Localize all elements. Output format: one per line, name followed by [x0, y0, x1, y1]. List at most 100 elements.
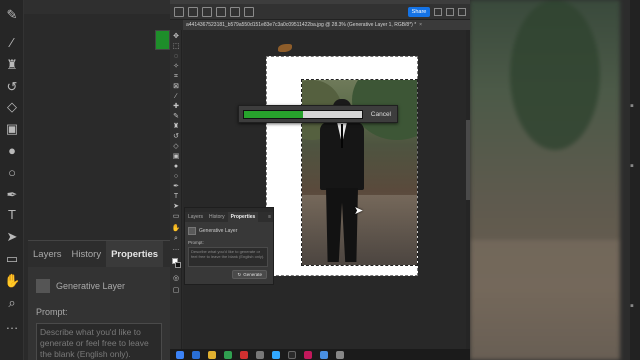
vertical-scrollbar[interactable] — [466, 30, 470, 350]
type-tool-icon[interactable]: T — [171, 192, 181, 201]
person-figure — [316, 99, 368, 262]
tools-panel: ✥ ⬚ ◌ ✧ ⌗ ⊠ ∕ ✚ ✎ ♜ ↺ ◇ ▣ ● ○ ✒ T ➤ ▭ ✋ … — [170, 30, 182, 360]
new-selection-icon[interactable] — [202, 6, 212, 17]
background-topbar — [24, 0, 170, 14]
properties-panel: Layers History Properties ≡ Generative L… — [184, 207, 274, 285]
dodge-icon: ○ — [8, 165, 16, 180]
more-tools-icon[interactable]: … — [171, 244, 181, 253]
hand-tool-icon[interactable]: ✋ — [171, 224, 181, 233]
progress-bar-fill — [244, 110, 303, 118]
taskbar-app-icon[interactable] — [176, 350, 184, 359]
brush-tool-icon[interactable]: ✎ — [171, 112, 181, 121]
tab-history[interactable]: History — [206, 212, 228, 222]
intersect-selection-icon[interactable] — [244, 6, 254, 17]
pen-icon: ✒ — [6, 187, 18, 202]
tab-properties[interactable]: Properties — [227, 212, 259, 222]
close-icon[interactable]: × — [419, 22, 422, 28]
quick-selection-icon[interactable]: ✧ — [171, 62, 181, 71]
screen-mode-icon[interactable]: ▢ — [171, 286, 181, 295]
background-color-swatch[interactable] — [175, 262, 181, 268]
clone-stamp-icon[interactable]: ♜ — [171, 122, 181, 131]
path-selection-icon[interactable]: ➤ — [171, 202, 181, 211]
taskbar-app-icon[interactable] — [320, 350, 328, 359]
marquee-tool-icon[interactable] — [188, 6, 198, 17]
subtract-selection-icon[interactable] — [230, 6, 240, 17]
generation-progress-dialog: Cancel — [238, 105, 398, 123]
bg-tab-layers: Layers — [33, 249, 62, 260]
bg-tab-history: History — [71, 249, 102, 260]
add-selection-icon[interactable] — [216, 6, 226, 17]
refresh-icon: ↻ — [237, 272, 242, 277]
gradient-tool-icon[interactable]: ▣ — [171, 152, 181, 161]
bg-prompt-label: Prompt: — [36, 307, 68, 317]
generate-label: Generate — [243, 272, 262, 277]
generate-button[interactable]: ↻ Generate — [232, 270, 267, 279]
frame-tool-icon[interactable]: ⊠ — [171, 82, 181, 91]
blur-tool-icon[interactable]: ● — [171, 162, 181, 171]
bg-generative-layer-row: Generative Layer — [36, 275, 162, 297]
panel-icon: ▪ — [630, 300, 634, 312]
brush-icon: ✎ — [6, 7, 18, 22]
generative-layer-icon — [36, 279, 50, 293]
workspace-icon[interactable] — [446, 8, 454, 16]
history-brush-icon[interactable]: ↺ — [171, 132, 181, 141]
share-button[interactable]: Share — [408, 7, 430, 17]
mouse-cursor-icon: ➤ — [354, 205, 364, 217]
history-brush-icon: ↺ — [6, 79, 18, 94]
zoom-tool-icon[interactable]: ⌕ — [171, 234, 181, 243]
crop-tool-icon[interactable]: ⌗ — [171, 72, 181, 81]
background-color-swatch — [155, 30, 170, 50]
more-tools-icon: … — [5, 317, 19, 332]
type-icon: T — [8, 207, 16, 222]
progress-bar — [243, 109, 363, 119]
quick-mask-icon[interactable]: ◎ — [171, 274, 181, 283]
bg-prompt-text: Describe what you'd like to generate or … — [36, 323, 162, 360]
layout-icon[interactable] — [458, 8, 466, 16]
dodge-tool-icon[interactable]: ○ — [171, 172, 181, 181]
settings-icon[interactable] — [336, 350, 344, 359]
search-icon[interactable] — [434, 8, 442, 16]
background-photo — [470, 0, 620, 360]
vertical-scroll-thumb[interactable] — [466, 120, 470, 200]
panel-icon: ▪ — [630, 160, 634, 172]
healing-brush-icon[interactable]: ✚ — [171, 102, 181, 111]
generative-layer-icon — [188, 227, 196, 235]
cancel-button[interactable]: Cancel — [368, 110, 393, 118]
prompt-input[interactable]: Describe what you'd like to generate or … — [188, 247, 268, 267]
taskbar-app-icon[interactable] — [208, 350, 216, 359]
taskbar-app-icon[interactable] — [224, 350, 232, 359]
photoshop-taskbar-icon[interactable] — [272, 350, 280, 359]
stamp-icon: ♜ — [6, 57, 18, 72]
taskbar — [170, 349, 470, 360]
hand-icon: ✋ — [4, 273, 21, 288]
blur-icon: ● — [8, 143, 16, 158]
rectangle-icon: ▭ — [5, 251, 19, 266]
eyedropper-icon[interactable]: ∕ — [171, 92, 181, 101]
background-toolbar: ✎ ∕ ♜ ↺ ◇ ▣ ● ○ ✒ T ➤ ▭ ✋ ⌕ … — [0, 0, 24, 360]
taskbar-app-icon[interactable] — [256, 350, 264, 359]
eraser-tool-icon[interactable]: ◇ — [171, 142, 181, 151]
move-tool-icon[interactable]: ✥ — [171, 32, 181, 41]
document-tab[interactable]: a4414367523181_b579a550d151e83e7c3a0c095… — [183, 20, 470, 30]
taskbar-app-icon[interactable] — [288, 350, 296, 359]
bg-tab-properties: Properties — [106, 241, 164, 267]
artboard-tool-icon[interactable]: ⬚ — [171, 42, 181, 51]
panel-icon: ▪ — [630, 100, 634, 112]
background-left-blur: ✎ ∕ ♜ ↺ ◇ ▣ ● ○ ✒ T ➤ ▭ ✋ ⌕ … Layers His… — [0, 0, 170, 360]
document-title: a4414367523181_b579a550d151e83e7c3a0c095… — [186, 22, 417, 28]
taskbar-app-icon[interactable] — [192, 350, 200, 359]
pen-tool-icon[interactable]: ✒ — [171, 182, 181, 191]
home-icon[interactable] — [174, 6, 184, 17]
panel-tabs: Layers History Properties ≡ — [185, 212, 273, 222]
prompt-label: Prompt: — [188, 240, 204, 245]
background-right-blur: ▪ ▪ ▪ — [470, 0, 640, 360]
gradient-icon: ▣ — [5, 121, 19, 136]
brush-icon: ∕ — [10, 35, 14, 50]
panel-menu-icon[interactable]: ≡ — [268, 214, 273, 220]
rectangle-tool-icon[interactable]: ▭ — [171, 212, 181, 221]
tab-layers[interactable]: Layers — [185, 212, 206, 222]
taskbar-app-icon[interactable] — [304, 350, 312, 359]
taskbar-app-icon[interactable] — [240, 350, 248, 359]
lasso-tool-icon[interactable]: ◌ — [171, 52, 181, 61]
path-selection-icon: ➤ — [6, 229, 18, 244]
